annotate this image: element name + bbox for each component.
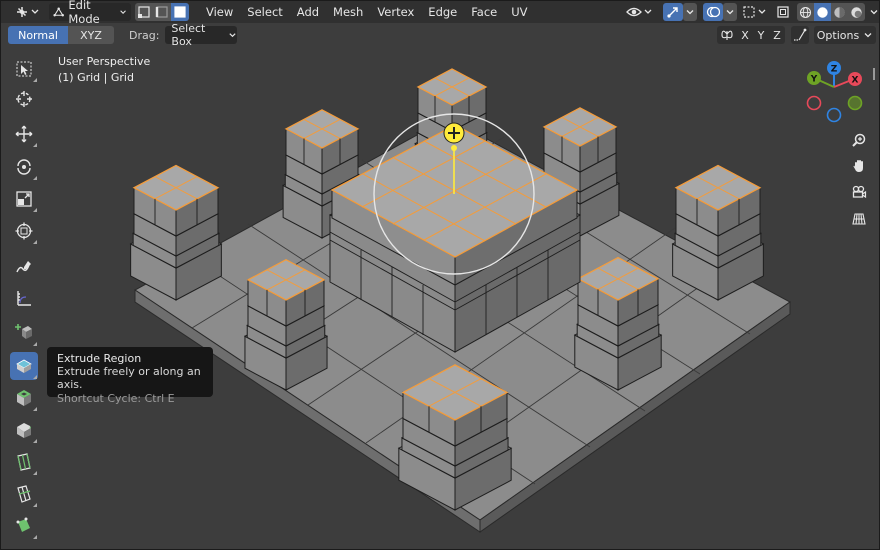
perspective-label: User Perspective xyxy=(58,55,151,68)
extrude-region-icon xyxy=(16,359,32,373)
tool-corner-indicator xyxy=(33,143,37,147)
ortho-toggle-button[interactable] xyxy=(848,208,870,230)
region-toggle-arrow[interactable] xyxy=(873,68,875,80)
tool-button-add-cube[interactable] xyxy=(10,319,38,347)
tool-button-rotate[interactable] xyxy=(10,153,38,181)
add-cube-icon xyxy=(15,324,32,339)
transform-icon xyxy=(15,222,33,240)
nav-neg-z-axis[interactable] xyxy=(826,107,842,123)
zoom-button[interactable] xyxy=(848,129,870,151)
tool-corner-indicator xyxy=(33,240,37,244)
tool-corner-indicator xyxy=(33,342,37,346)
navigation-gizmo[interactable]: Z X Y xyxy=(800,60,870,130)
tool-button-annotate[interactable] xyxy=(10,253,38,281)
measure-icon xyxy=(17,291,31,306)
tool-corner-indicator xyxy=(33,375,37,379)
tool-button-poly-build[interactable] xyxy=(10,512,38,540)
tool-button-scale[interactable] xyxy=(10,185,38,213)
tool-button-bevel[interactable] xyxy=(10,416,38,444)
tool-corner-indicator xyxy=(33,503,37,507)
nav-x-label: X xyxy=(852,76,859,86)
zoom-icon xyxy=(852,133,866,147)
tooltip-shortcut: Shortcut Cycle: Ctrl E xyxy=(57,392,175,405)
tool-button-measure[interactable] xyxy=(10,284,38,312)
tool-button-knife[interactable] xyxy=(10,480,38,508)
tool-corner-indicator xyxy=(33,439,37,443)
gizmo-axis-handle[interactable] xyxy=(451,145,457,151)
knife-icon xyxy=(17,485,31,503)
tool-corner-indicator xyxy=(33,78,37,82)
tool-button-transform[interactable] xyxy=(10,217,38,245)
camera-view-button[interactable] xyxy=(848,181,870,203)
tool-corner-indicator xyxy=(33,208,37,212)
select-box-icon xyxy=(16,61,32,77)
nav-neg-y-axis[interactable] xyxy=(847,95,863,111)
poly-build-icon xyxy=(16,517,30,532)
inset-faces-icon xyxy=(17,390,31,406)
tool-button-inset-faces[interactable] xyxy=(10,384,38,412)
pan-button[interactable] xyxy=(848,155,870,177)
loop-cut-icon xyxy=(17,453,31,471)
nav-z-label: Z xyxy=(831,65,838,75)
tool-button-loop-cut[interactable] xyxy=(10,448,38,476)
cursor-icon xyxy=(16,91,32,107)
tool-button-cursor[interactable] xyxy=(10,85,38,113)
tool-corner-indicator xyxy=(33,176,37,180)
rotate-icon xyxy=(17,159,31,175)
tooltip: Extrude Region Extrude freely or along a… xyxy=(47,347,213,405)
tool-corner-indicator xyxy=(33,471,37,475)
tooltip-title: Extrude Region xyxy=(57,352,142,365)
tooltip-description: Extrude freely or along an axis. xyxy=(57,365,201,391)
hand-pan-icon xyxy=(853,160,863,172)
camera-icon xyxy=(852,185,867,199)
bevel-icon xyxy=(17,423,31,438)
tool-button-move[interactable] xyxy=(10,120,38,148)
annotate-icon xyxy=(16,261,31,273)
tool-corner-indicator xyxy=(33,407,37,411)
nav-y-label: Y xyxy=(810,75,818,85)
tool-corner-indicator xyxy=(33,535,37,539)
scale-icon xyxy=(16,191,32,207)
object-info-label: (1) Grid | Grid xyxy=(58,71,134,84)
move-icon xyxy=(15,125,33,143)
tool-button-extrude-region[interactable] xyxy=(10,352,38,380)
nav-neg-x-axis[interactable] xyxy=(806,95,822,111)
grid-view-icon xyxy=(852,213,866,225)
tool-button-select-box[interactable] xyxy=(10,55,38,83)
